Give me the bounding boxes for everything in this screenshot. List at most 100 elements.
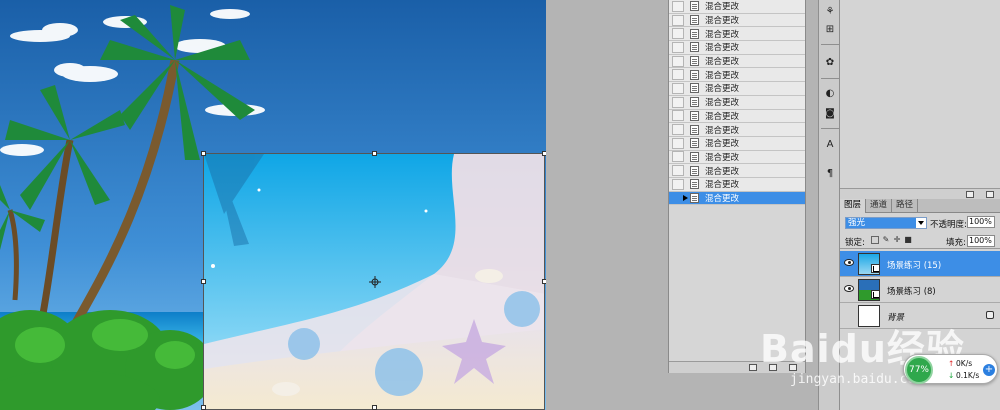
history-snapshot-checkbox[interactable] (672, 0, 684, 12)
history-snapshot-checkbox[interactable] (672, 124, 684, 136)
smart-object-icon (871, 290, 880, 299)
styles-icon[interactable]: ✿ (822, 55, 838, 71)
upload-speed: 0K/s (956, 359, 973, 368)
transform-handle-bottom-left[interactable] (201, 405, 206, 410)
network-speed-widget[interactable]: 77% ↑ 0K/s ↓ 0.1K/s + (903, 354, 998, 384)
history-step[interactable]: 混合更改 (669, 27, 805, 42)
smart-object-icon (871, 264, 880, 273)
visibility-eye-icon[interactable] (844, 285, 854, 292)
history-step[interactable]: 混合更改 (669, 136, 805, 151)
history-snapshot-checkbox[interactable] (672, 165, 684, 177)
history-snapshot-checkbox[interactable] (672, 55, 684, 67)
opacity-input[interactable]: 100% (967, 216, 995, 228)
workspace-background (546, 0, 668, 410)
history-step[interactable]: 混合更改 (669, 54, 805, 69)
transform-layer-selection[interactable] (203, 153, 545, 410)
history-snapshot-checkbox[interactable] (672, 28, 684, 40)
history-step[interactable]: 混合更改 (669, 0, 805, 14)
history-snapshot-checkbox[interactable] (672, 96, 684, 108)
history-snapshot-checkbox[interactable] (672, 69, 684, 81)
history-step[interactable]: 混合更改 (669, 191, 805, 206)
history-step-label: 混合更改 (705, 111, 740, 122)
history-step[interactable]: 混合更改 (669, 68, 805, 83)
history-step-icon (690, 124, 699, 135)
history-step[interactable]: 混合更改 (669, 41, 805, 55)
document-canvas[interactable] (0, 0, 548, 410)
history-step-label: 混合更改 (705, 152, 740, 163)
tab-layers[interactable]: 图层 (840, 199, 867, 213)
paragraph-icon[interactable]: ¶ (822, 166, 838, 182)
history-step-icon (690, 151, 699, 162)
lock-all-icon[interactable]: ■ (904, 236, 912, 244)
history-step[interactable]: 混合更改 (669, 177, 805, 192)
history-snapshot-checkbox[interactable] (672, 151, 684, 163)
trash-icon[interactable] (986, 191, 994, 198)
fill-input[interactable]: 100% (967, 235, 995, 247)
panel-dock-background (668, 373, 806, 410)
history-snapshot-checkbox[interactable] (672, 137, 684, 149)
layer-row[interactable]: 场景练习 (15) (840, 251, 1000, 277)
opacity-label: 不透明度: (930, 220, 967, 230)
history-step[interactable]: 混合更改 (669, 13, 805, 28)
upper-panel-footer (840, 188, 1000, 199)
adjustments-icon[interactable]: ◐ (822, 86, 838, 102)
history-step-icon (690, 69, 699, 80)
tab-paths[interactable]: 路径 (892, 199, 919, 213)
chevron-down-icon (918, 221, 924, 225)
transform-handle-middle-left[interactable] (201, 279, 206, 284)
history-step-icon (690, 28, 699, 39)
transform-handle-top-left[interactable] (201, 151, 206, 156)
history-step-label: 混合更改 (705, 193, 740, 204)
transform-handle-bottom-middle[interactable] (372, 405, 377, 410)
transform-handle-top-middle[interactable] (372, 151, 377, 156)
lock-label: 锁定: (845, 238, 865, 248)
history-state-marker-icon (683, 194, 688, 201)
history-step[interactable]: 混合更改 (669, 95, 805, 110)
layer-row[interactable]: 场景练习 (8) (840, 277, 1000, 303)
clone-source-icon[interactable]: ⊞ (822, 22, 838, 38)
character-icon[interactable]: A (822, 137, 838, 153)
blend-mode-select[interactable]: 强光 (845, 217, 927, 229)
history-step[interactable]: 混合更改 (669, 109, 805, 124)
dock-separator (821, 128, 839, 129)
masks-icon[interactable]: ◙ (822, 106, 838, 122)
fill-label: 填充: (946, 238, 966, 248)
history-step-label: 混合更改 (705, 180, 740, 191)
blend-row: 强光 不透明度: 100% (840, 215, 1000, 231)
history-snapshot-checkbox[interactable] (672, 178, 684, 190)
history-snapshot-checkbox[interactable] (672, 14, 684, 26)
visibility-eye-icon[interactable] (844, 259, 854, 266)
usage-percent: 77% (905, 356, 933, 384)
lock-position-icon[interactable]: ✛ (893, 236, 901, 244)
history-step-label: 混合更改 (705, 98, 740, 109)
history-step-label: 混合更改 (705, 57, 740, 68)
layers-panel-tabs: 图层 通道 路径 (840, 199, 1000, 213)
download-speed: 0.1K/s (956, 371, 980, 380)
new-document-icon[interactable] (749, 364, 757, 371)
lock-row: 锁定: ✎ ✛ ■ 填充: 100% (840, 233, 1000, 249)
history-snapshot-checkbox[interactable] (672, 41, 684, 53)
history-step-icon (690, 165, 699, 176)
overlay-layer-image (204, 154, 544, 409)
brush-presets-icon[interactable]: ⚘ (822, 4, 838, 20)
history-step[interactable]: 混合更改 (669, 82, 805, 96)
history-step-label: 混合更改 (705, 166, 740, 177)
history-snapshot-checkbox[interactable] (672, 82, 684, 94)
tab-channels[interactable]: 通道 (866, 199, 893, 213)
history-step-label: 混合更改 (705, 16, 740, 27)
lock-transparency-icon[interactable] (871, 236, 879, 244)
history-step[interactable]: 混合更改 (669, 150, 805, 165)
lock-icon (986, 311, 994, 319)
history-step-label: 混合更改 (705, 29, 740, 40)
dock-separator (821, 78, 839, 79)
new-item-icon[interactable] (966, 191, 974, 198)
plus-icon[interactable]: + (983, 364, 995, 376)
history-snapshot-checkbox[interactable] (672, 110, 684, 122)
download-arrow-icon: ↓ (948, 371, 955, 380)
history-step-icon (690, 179, 699, 190)
history-step-icon (690, 56, 699, 67)
history-step[interactable]: 混合更改 (669, 123, 805, 137)
history-step[interactable]: 混合更改 (669, 164, 805, 178)
history-step-icon (690, 15, 699, 26)
lock-pixels-icon[interactable]: ✎ (882, 236, 890, 244)
